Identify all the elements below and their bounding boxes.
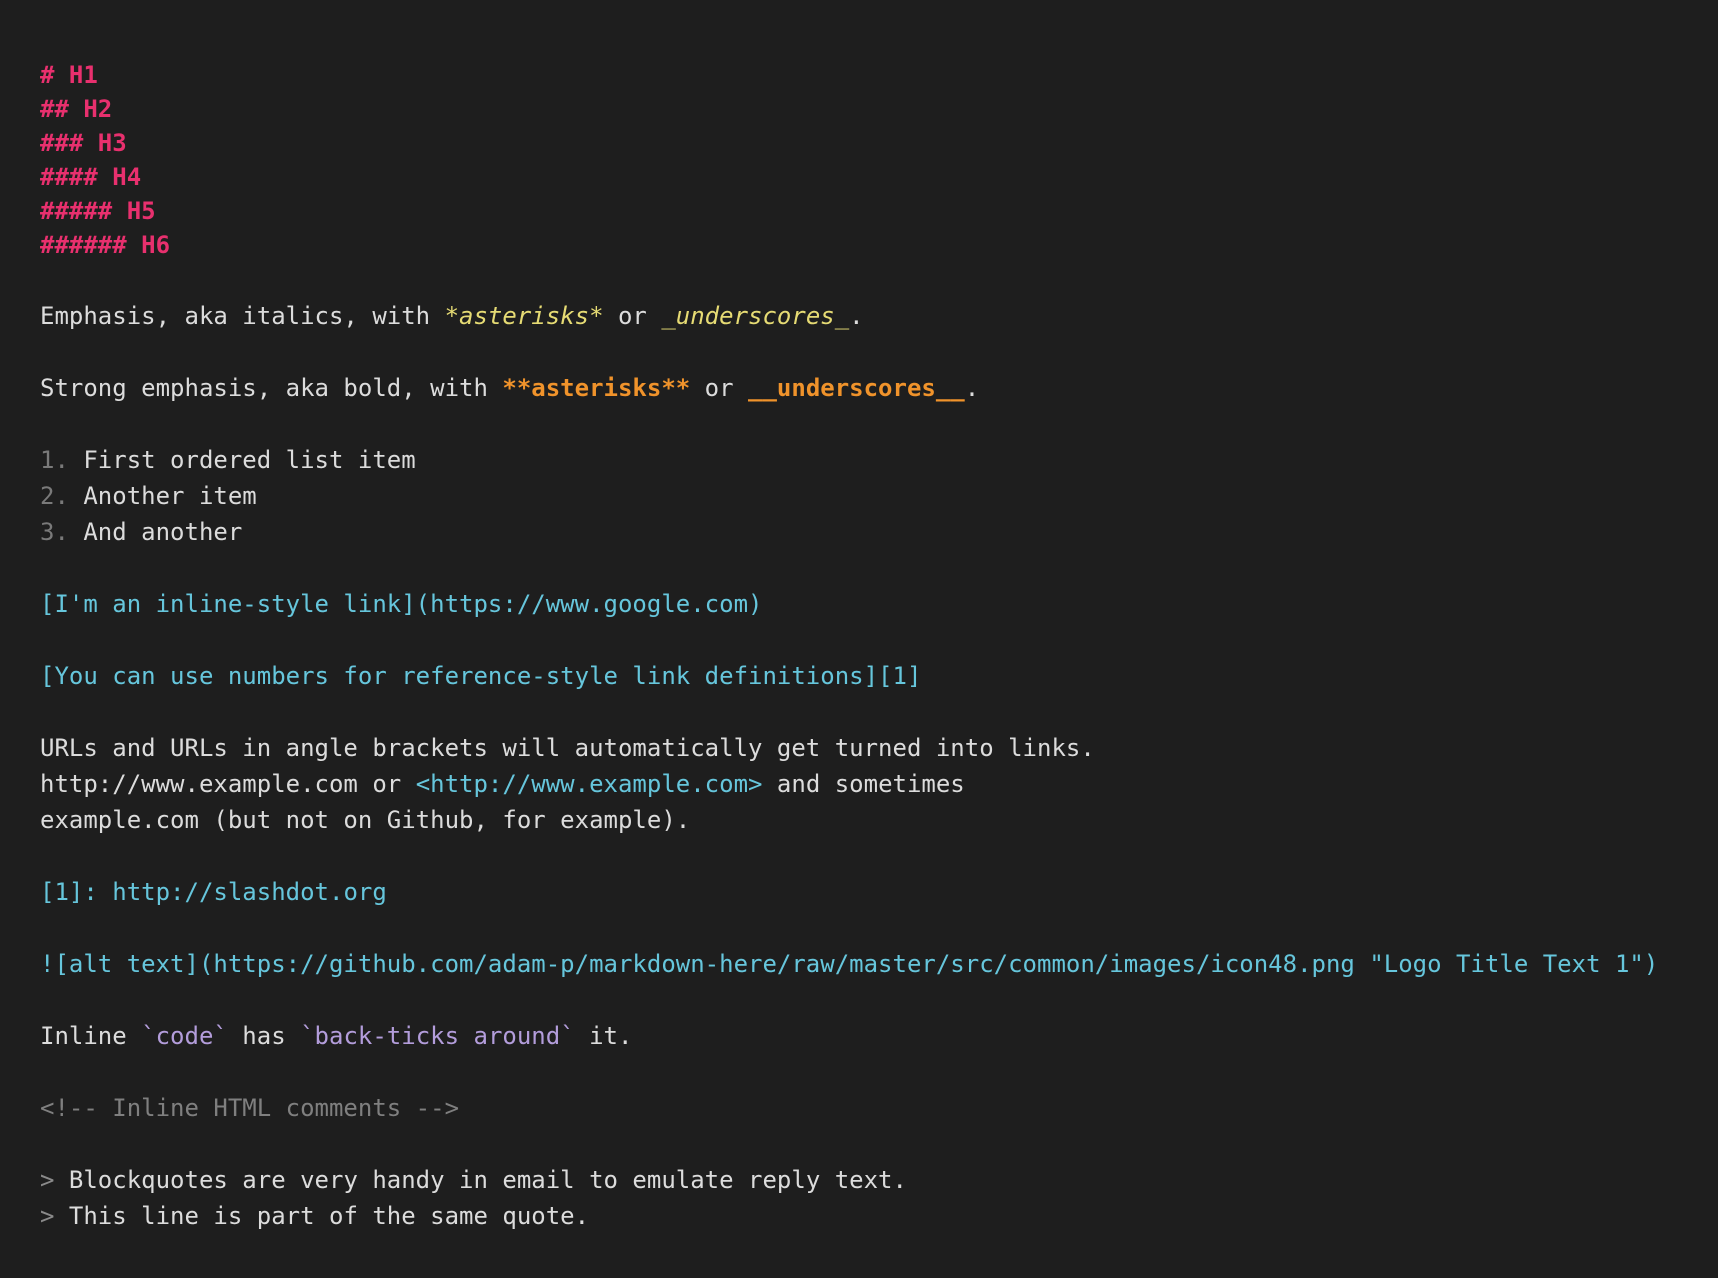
emphasis-asterisks: *asterisks* xyxy=(444,302,604,330)
emphasis-end: . xyxy=(849,302,864,330)
reference-link: [You can use numbers for reference-style… xyxy=(40,662,922,690)
heading-h4: #### H4 xyxy=(40,163,142,191)
code-text-c: it. xyxy=(574,1022,633,1050)
heading-h1: # H1 xyxy=(40,61,98,89)
blockquote-line: > Blockquotes are very handy in email to… xyxy=(40,1162,1718,1198)
ref-label: [1]: xyxy=(40,878,113,906)
strong-or: or xyxy=(690,374,749,402)
quote-text: Blockquotes are very handy in email to e… xyxy=(54,1166,907,1194)
heading-h3: ### H3 xyxy=(40,129,127,157)
urls-plain-b: and sometimes xyxy=(762,770,965,798)
emphasis-or: or xyxy=(603,302,662,330)
strong-end: . xyxy=(964,374,980,402)
urls-plain-a: http://www.example.com or xyxy=(40,770,416,798)
list-item: 1. First ordered list item xyxy=(40,442,1718,478)
inline-link: [I'm an inline-style link](https://www.g… xyxy=(40,590,763,618)
list-text: And another xyxy=(68,518,243,546)
code-text-b: has xyxy=(227,1022,301,1050)
inline-code-1: `code` xyxy=(141,1022,228,1050)
list-number: 2. xyxy=(40,482,69,510)
code-text-a: Inline xyxy=(40,1022,142,1050)
quote-marker: > xyxy=(40,1202,55,1230)
image-markdown: ![alt text](https://github.com/adam-p/ma… xyxy=(40,950,1659,978)
emphasis-line: Emphasis, aka italics, with *asterisks* … xyxy=(40,298,1718,334)
list-item: 3. And another xyxy=(40,514,1718,550)
quote-marker: > xyxy=(40,1166,55,1194)
strong-line: Strong emphasis, aka bold, with **asteri… xyxy=(40,370,1718,406)
heading-h2: ## H2 xyxy=(40,95,113,123)
list-item: 2. Another item xyxy=(40,478,1718,514)
blockquote-line: > This line is part of the same quote. xyxy=(40,1198,1718,1234)
list-number: 3. xyxy=(40,518,69,546)
markdown-editor[interactable]: # H1 ## H2 ### H3 #### H4 ##### H5 #####… xyxy=(40,58,1718,1234)
inline-code-line: Inline `code` has `back-ticks around` it… xyxy=(40,1018,1718,1054)
strong-prefix: Strong emphasis, aka bold, with xyxy=(40,374,503,402)
reference-definition: [1]: http://slashdot.org xyxy=(40,874,1718,910)
urls-line-1: URLs and URLs in angle brackets will aut… xyxy=(40,734,1095,762)
quote-text: This line is part of the same quote. xyxy=(54,1202,590,1230)
heading-h6: ###### H6 xyxy=(40,231,171,259)
urls-line-3: example.com (but not on Github, for exam… xyxy=(40,806,691,834)
list-number: 1. xyxy=(40,446,69,474)
urls-line-2: http://www.example.com or <http://www.ex… xyxy=(40,766,1718,802)
strong-asterisks: **asterisks** xyxy=(502,374,691,402)
html-comment: <!-- Inline HTML comments --> xyxy=(40,1094,460,1122)
heading-h5: ##### H5 xyxy=(40,197,156,225)
list-text: Another item xyxy=(68,482,257,510)
ref-url: http://slashdot.org xyxy=(112,878,387,906)
inline-code-2: `back-ticks around` xyxy=(300,1022,575,1050)
list-text: First ordered list item xyxy=(68,446,416,474)
emphasis-prefix: Emphasis, aka italics, with xyxy=(40,302,445,330)
urls-angle-link: <http://www.example.com> xyxy=(415,770,763,798)
strong-underscores: __underscores__ xyxy=(748,374,965,402)
emphasis-underscores: _underscores_ xyxy=(661,302,850,330)
